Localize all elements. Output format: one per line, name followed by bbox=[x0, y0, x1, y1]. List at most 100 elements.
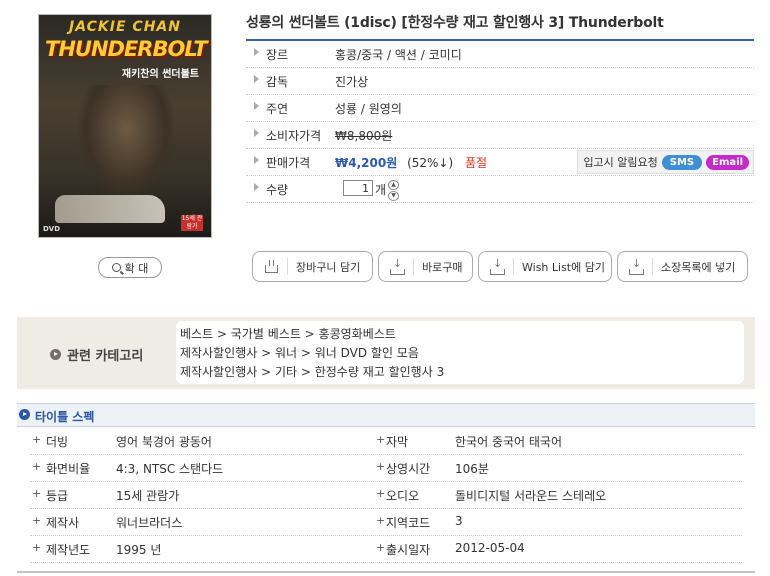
download-icon bbox=[489, 257, 505, 275]
spec-value: 2012-05-04 bbox=[455, 541, 525, 555]
circle-arrow-icon bbox=[50, 349, 61, 360]
retail-price-label: 소비자가격 bbox=[266, 129, 322, 143]
restock-notify-box: 입고시 알림요청 SMS Email bbox=[577, 150, 754, 174]
zoom-button[interactable]: 확 대 bbox=[98, 257, 162, 278]
buy-now-button[interactable]: 바로구매 bbox=[378, 251, 473, 282]
plus-icon: + bbox=[376, 460, 386, 473]
bullet-icon bbox=[254, 48, 259, 56]
plus-icon: + bbox=[376, 541, 386, 554]
discount-rate: (52%↓) bbox=[407, 156, 454, 170]
cover-car bbox=[55, 195, 165, 223]
info-row-quantity: 수량 1 개 ▲ ▼ bbox=[246, 176, 754, 203]
spec-value: 4:3, NTSC 스탠다드 bbox=[116, 462, 224, 476]
cast-value[interactable]: 성룡 / 원영의 bbox=[335, 100, 402, 117]
sale-price-label: 판매가격 bbox=[266, 156, 311, 170]
spec-row: + 더빙 영어 북경어 광동어 + 자막 한국어 중국어 태국어 bbox=[30, 428, 742, 455]
cover-rating-badge: 15세 관람가 bbox=[181, 215, 203, 231]
category-link[interactable]: 제작사할인행사 > 워너 > 워너 DVD 할인 모음 bbox=[180, 344, 419, 361]
spec-label: 오디오 bbox=[386, 489, 420, 503]
genre-value: 홍콩/중국 / 액션 / 코미디 bbox=[335, 48, 462, 62]
soldout-status: 품절 bbox=[464, 156, 488, 170]
info-row-cast: 주연 성룡 / 원영의 bbox=[246, 95, 754, 122]
stepper-up-icon[interactable]: ▲ bbox=[388, 180, 399, 190]
add-to-cart-button[interactable]: 장바구니 담기 bbox=[252, 251, 373, 282]
plus-icon: + bbox=[32, 460, 42, 473]
spec-label: 제작년도 bbox=[46, 543, 91, 557]
quantity-stepper[interactable]: ▲ ▼ bbox=[388, 180, 399, 201]
info-row-retail-price: 소비자가격 ₩8,800원 bbox=[246, 122, 754, 149]
spec-value: 1995 년 bbox=[116, 543, 162, 557]
genre-label: 장르 bbox=[266, 48, 289, 62]
sms-notify-button[interactable]: SMS bbox=[661, 154, 703, 170]
spec-value: 3 bbox=[455, 514, 463, 528]
zoom-label: 확 대 bbox=[124, 261, 149, 275]
plus-icon: + bbox=[32, 541, 42, 554]
spec-value: 워너브라더스 bbox=[116, 516, 183, 530]
quantity-unit: 개 bbox=[375, 183, 387, 197]
spec-row: + 화면비율 4:3, NTSC 스탠다드 + 상영시간 106분 bbox=[30, 455, 742, 482]
category-link[interactable]: 제작사할인행사 > 기타 > 한정수량 재고 할인행사 3 bbox=[180, 363, 444, 380]
spec-label: 화면비율 bbox=[46, 462, 91, 476]
related-category-list: 베스트 > 국가별 베스트 > 홍콩영화베스트 제작사할인행사 > 워너 > 워… bbox=[176, 321, 744, 384]
quantity-input[interactable]: 1 bbox=[343, 180, 373, 196]
download-icon bbox=[628, 257, 644, 275]
bullet-icon bbox=[254, 129, 259, 137]
cover-dvd-logo: DVD bbox=[43, 225, 61, 233]
restock-notify-label: 입고시 알림요청 bbox=[583, 156, 658, 169]
quantity-label: 수량 bbox=[266, 183, 289, 197]
spec-row: + 제작사 워너브라더스 + 지역코드 3 bbox=[30, 509, 742, 536]
title-spec-header: 타이틀 스펙 bbox=[17, 403, 755, 427]
sale-price-group: ₩4,200원 (52%↓) 품절 bbox=[335, 154, 487, 171]
add-to-collection-label: 소장목록에 넣기 bbox=[661, 260, 736, 274]
spec-label: 더빙 bbox=[46, 435, 69, 449]
retail-price-value: ₩8,800원 bbox=[335, 129, 393, 143]
circle-arrow-icon bbox=[19, 409, 30, 420]
product-title: 성룡의 썬더볼트 (1disc) [한정수량 재고 할인행사 3] Thunde… bbox=[246, 15, 664, 31]
plus-icon: + bbox=[376, 514, 386, 527]
spec-value: 15세 관람가 bbox=[116, 489, 180, 503]
wishlist-label: Wish List에 담기 bbox=[522, 260, 605, 274]
add-to-cart-label: 장바구니 담기 bbox=[296, 260, 361, 274]
director-label: 감독 bbox=[266, 75, 289, 89]
plus-icon: + bbox=[376, 487, 386, 500]
download-icon bbox=[389, 257, 405, 275]
dvd-cover-image[interactable]: JACKIE CHAN THUNDERBOLT 재키찬의 썬더볼트 15세 관람… bbox=[38, 14, 212, 238]
info-row-director: 감독 진가상 bbox=[246, 68, 754, 95]
spec-row: + 등급 15세 관람가 + 오디오 돌비디지털 서라운드 스테레오 bbox=[30, 482, 742, 509]
cart-icon bbox=[263, 259, 279, 275]
add-to-collection-button[interactable]: 소장목록에 넣기 bbox=[617, 251, 748, 282]
related-category-label: 관련 카테고리 bbox=[67, 349, 144, 364]
category-link[interactable]: 베스트 > 국가별 베스트 > 홍콩영화베스트 bbox=[180, 325, 396, 342]
spec-value: 106분 bbox=[455, 462, 489, 476]
spec-label: 자막 bbox=[386, 435, 409, 449]
bullet-icon bbox=[254, 156, 259, 164]
plus-icon: + bbox=[32, 433, 42, 446]
spec-label: 출시일자 bbox=[386, 543, 431, 557]
buy-now-label: 바로구매 bbox=[422, 260, 463, 274]
cast-label: 주연 bbox=[266, 102, 289, 116]
stepper-down-icon[interactable]: ▼ bbox=[388, 191, 399, 201]
plus-icon: + bbox=[376, 433, 386, 446]
wishlist-button[interactable]: Wish List에 담기 bbox=[478, 251, 612, 282]
spec-label: 등급 bbox=[46, 489, 69, 503]
spec-value: 돌비디지털 서라운드 스테레오 bbox=[455, 489, 607, 503]
spec-label: 지역코드 bbox=[386, 516, 431, 530]
spec-value: 영어 북경어 광동어 bbox=[116, 435, 212, 449]
bullet-icon bbox=[254, 75, 259, 83]
bullet-icon bbox=[254, 102, 259, 110]
plus-icon: + bbox=[32, 514, 42, 527]
title-spec-heading: 타이틀 스펙 bbox=[35, 410, 95, 424]
cover-figure bbox=[79, 85, 174, 195]
email-notify-button[interactable]: Email bbox=[706, 154, 749, 170]
cover-korean-title: 재키찬의 썬더볼트 bbox=[121, 69, 199, 80]
director-value[interactable]: 진가상 bbox=[335, 73, 368, 90]
info-row-genre: 장르 홍콩/중국 / 액션 / 코미디 bbox=[246, 41, 754, 68]
spec-value: 한국어 중국어 태국어 bbox=[455, 435, 562, 449]
magnifier-icon bbox=[111, 263, 121, 272]
cover-title-text: THUNDERBOLT bbox=[45, 37, 208, 61]
spec-row: + 제작년도 1995 년 + 출시일자 2012-05-04 bbox=[30, 536, 742, 563]
spec-label: 제작사 bbox=[46, 516, 80, 530]
sale-price-value: ₩4,200원 bbox=[335, 156, 398, 170]
plus-icon: + bbox=[32, 487, 42, 500]
bottom-divider bbox=[17, 571, 755, 573]
